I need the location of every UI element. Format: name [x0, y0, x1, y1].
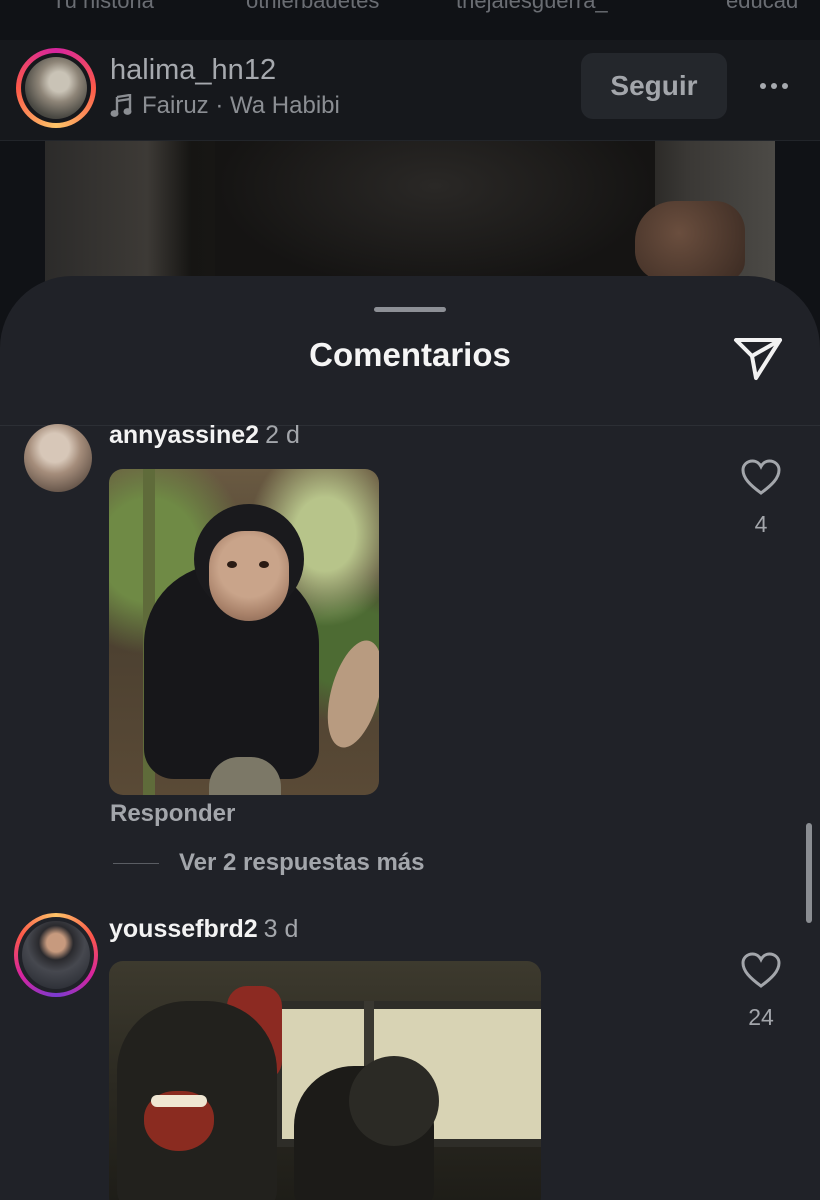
comments-sheet: Comentarios annyassine2 2 d 4 Responder V… [0, 276, 820, 1200]
comment-time: 2 d [265, 421, 300, 449]
view-replies-button[interactable]: Ver 2 respuestas más [113, 849, 425, 877]
avatar-image [25, 57, 87, 119]
send-icon[interactable] [732, 332, 784, 384]
heart-icon[interactable] [740, 458, 782, 496]
story-label[interactable]: thejalesguerra_ [456, 0, 608, 14]
sheet-title: Comentarios [309, 336, 511, 373]
story-label[interactable]: Tu historia [52, 0, 154, 14]
avatar[interactable] [14, 913, 98, 997]
like-count: 4 [754, 511, 768, 537]
more-options-icon[interactable] [752, 66, 796, 106]
scrollbar[interactable] [806, 823, 812, 923]
comment-item: youssefbrd2 3 d 24 [0, 911, 820, 1200]
comment-username[interactable]: youssefbrd2 3 d [109, 915, 298, 944]
post-media[interactable] [45, 141, 775, 291]
heart-icon[interactable] [740, 951, 782, 989]
post-avatar[interactable] [16, 48, 96, 128]
follow-button[interactable]: Seguir [581, 53, 727, 119]
reply-button[interactable]: Responder [110, 800, 235, 828]
story-label[interactable]: educad [726, 0, 798, 14]
post-username[interactable]: halima_hn12 [110, 54, 276, 87]
comment-username[interactable]: annyassine2 2 d [109, 421, 300, 450]
post-header: halima_hn12 Fairuz · Wa Habibi Seguir [0, 40, 820, 141]
comment-gif[interactable] [109, 469, 379, 795]
sheet-grabber[interactable] [374, 307, 446, 312]
comment-gif[interactable] [109, 961, 541, 1200]
comment-time: 3 d [263, 915, 299, 943]
like-count: 24 [748, 1004, 774, 1030]
music-track: Fairuz · Wa Habibi [142, 92, 340, 119]
avatar[interactable] [24, 424, 92, 492]
story-label[interactable]: othlerbadetes [246, 0, 379, 14]
comment-item: annyassine2 2 d 4 Responder Ver 2 respues… [0, 416, 820, 896]
stories-strip: Tu historia othlerbadetes thejalesguerra… [0, 0, 820, 14]
music-note-icon [110, 94, 132, 117]
post-music[interactable]: Fairuz · Wa Habibi [110, 92, 340, 120]
